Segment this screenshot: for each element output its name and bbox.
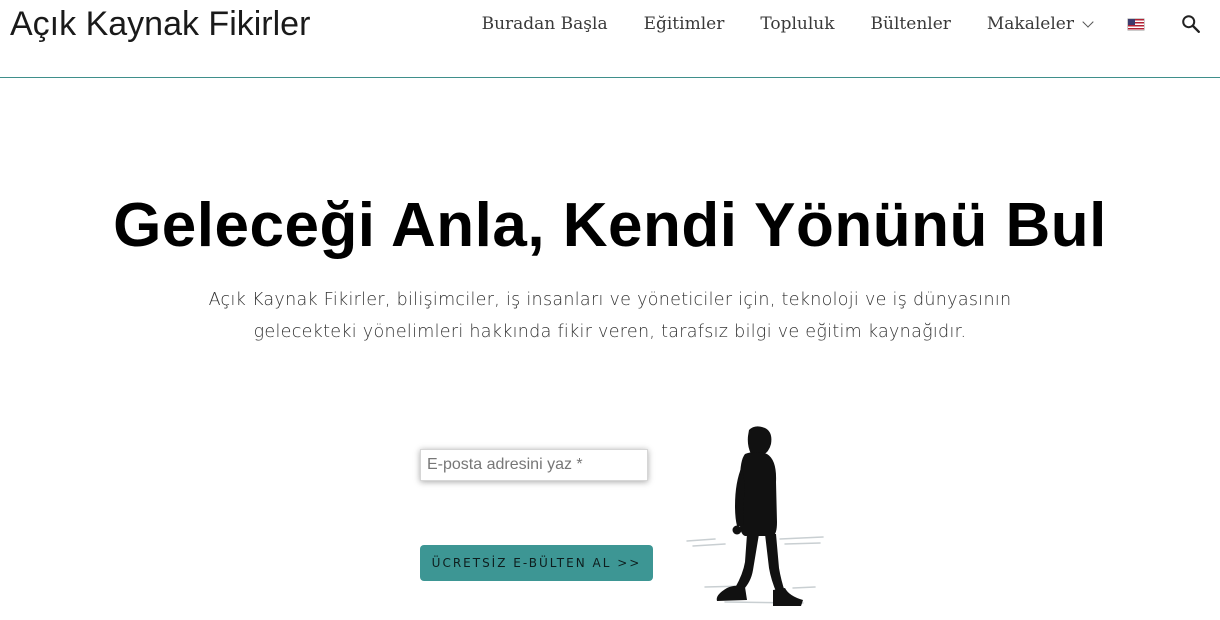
nav-item-courses[interactable]: Eğitimler [644,14,725,34]
walking-person-illustration [686,426,824,606]
search-icon[interactable] [1180,13,1202,35]
hero-title: Geleceği Anla, Kendi Yönünü Bul [113,191,1107,260]
site-title[interactable]: Açık Kaynak Fikirler [10,4,310,44]
nav-item-articles-label: Makaleler [986,14,1074,34]
hero-subtitle: Açık Kaynak Fikirler, bilişimciler, iş i… [160,284,1060,348]
hero-subtitle-line-2: gelecekteki yönelimleri hakkında fikir v… [253,322,967,342]
nav-item-newsletters[interactable]: Bültenler [871,14,951,34]
site-header: Açık Kaynak Fikirler Buradan Başla Eğiti… [0,0,1220,78]
us-flag-icon[interactable] [1128,18,1144,30]
nav-item-community[interactable]: Topluluk [760,14,834,34]
nav-item-start[interactable]: Buradan Başla [482,14,608,34]
main-nav: Buradan Başla Eğitimler Topluluk Bültenl… [482,0,1202,48]
hero-subtitle-line-1: Açık Kaynak Fikirler, bilişimciler, iş i… [208,290,1012,310]
email-input[interactable] [420,449,648,481]
chevron-down-icon [1082,15,1094,28]
free-newsletter-button[interactable]: ÜCRETSİZ E-BÜLTEN AL >> [420,545,653,581]
nav-item-articles[interactable]: Makaleler [986,14,1094,34]
